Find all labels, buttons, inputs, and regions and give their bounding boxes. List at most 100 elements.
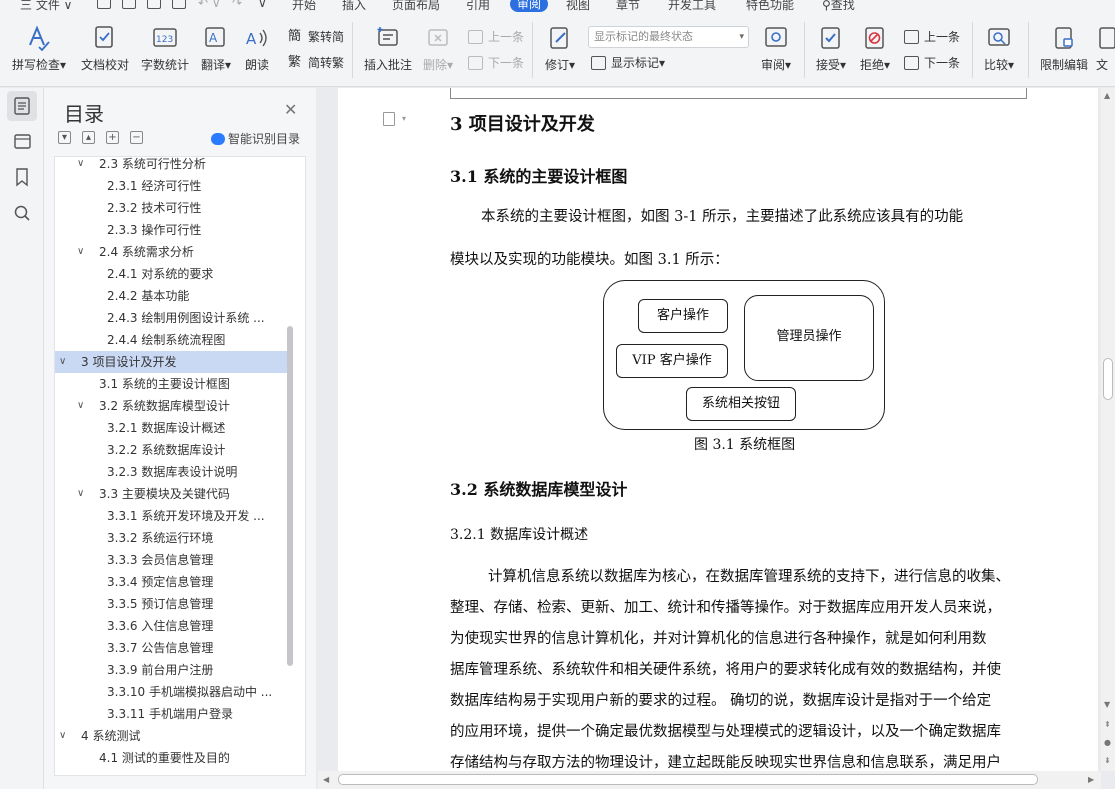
vertical-scrollbar[interactable]: ▲ ▼ ⇞ ● ⇟ xyxy=(1101,88,1115,771)
file-menu[interactable]: 三 文件 ∨ xyxy=(20,0,72,13)
accept-button[interactable]: 接受▾ xyxy=(810,14,852,87)
redo-icon[interactable]: ↷ xyxy=(232,0,242,10)
toc-item[interactable]: 2.3.1 经济可行性 xyxy=(55,175,287,197)
restrict-edit-button[interactable]: 限制编辑 xyxy=(1034,14,1094,87)
print-preview-icon[interactable] xyxy=(172,0,186,9)
tab-insert[interactable]: 插入 xyxy=(342,0,366,13)
more-icon[interactable]: ∨ xyxy=(258,0,267,10)
chevron-down-icon[interactable]: ∨ xyxy=(59,351,66,373)
save-icon[interactable] xyxy=(97,0,111,9)
toc-item[interactable]: 2.4.1 对系统的要求 xyxy=(55,263,287,285)
toc-item[interactable]: 3.3.6 入住信息管理 xyxy=(55,615,287,637)
document-page[interactable]: ▾ 3 项目设计及开发 3.1 系统的主要设计框图 本系统的主要设计框图，如图 … xyxy=(338,88,1098,771)
tab-home[interactable]: 开始 xyxy=(292,0,316,13)
toc-item[interactable]: 3.3.9 前台用户注册 xyxy=(55,659,287,681)
translate-icon: A xyxy=(205,27,225,47)
undo-icon[interactable]: ↶ ∨ xyxy=(198,0,221,10)
toc-item[interactable]: 2.4.3 绘制用例图设计系统 ... xyxy=(55,307,287,329)
revise-button[interactable]: 修订▾ xyxy=(538,14,582,87)
toc-item[interactable]: ∨ 2.3 系统可行性分析 xyxy=(55,157,287,175)
toc-item[interactable]: 3.3.3 会员信息管理 xyxy=(55,549,287,571)
next-comment-button[interactable]: 下一条 xyxy=(468,54,524,72)
tab-developer[interactable]: 开发工具 xyxy=(668,0,716,13)
word-count-button[interactable]: 123 字数统计 xyxy=(136,14,194,87)
toc-item[interactable]: 3.3.4 预定信息管理 xyxy=(55,571,287,593)
toc-panel-button[interactable] xyxy=(7,91,37,121)
trad-to-simp-button[interactable]: 簡 繁转简 xyxy=(288,28,344,46)
toc-item[interactable]: 3.3.11 手机端用户登录 xyxy=(55,703,287,725)
toc-item[interactable]: ∨ 2.4 系统需求分析 xyxy=(55,241,287,263)
scroll-right-icon[interactable]: ▶ xyxy=(1088,775,1094,784)
tab-special[interactable]: 特色功能 xyxy=(746,0,794,13)
toc-item[interactable]: 2.4.2 基本功能 xyxy=(55,285,287,307)
chevron-down-icon[interactable]: ∨ xyxy=(59,725,66,747)
toc-item[interactable]: 4.1 测试的重要性及目的 xyxy=(55,747,287,769)
search-button[interactable]: ⚲查找 xyxy=(822,0,855,13)
collapse-all-icon[interactable]: ▾ xyxy=(58,131,71,144)
toc-item[interactable]: 3.3.2 系统运行环境 xyxy=(55,527,287,549)
chevron-down-icon[interactable]: ∨ xyxy=(77,157,84,175)
toc-item[interactable]: 2.3.2 技术可行性 xyxy=(55,197,287,219)
delete-comment-button[interactable]: 删除▾ xyxy=(418,14,458,87)
remove-heading-icon[interactable]: − xyxy=(130,131,143,144)
toc-item[interactable]: 3.2.2 系统数据库设计 xyxy=(55,439,287,461)
insert-comment-button[interactable]: 插入批注 xyxy=(358,14,418,87)
tab-review[interactable]: 审阅 xyxy=(510,0,549,12)
doc-proof-button[interactable]: 文档校对 xyxy=(76,14,134,87)
reject-button[interactable]: 拒绝▾ xyxy=(854,14,896,87)
horizontal-scroll-thumb[interactable] xyxy=(338,774,1038,785)
smart-toc-button[interactable]: 智能识别目录 xyxy=(211,130,300,147)
toc-item[interactable]: 3.2.3 数据库表设计说明 xyxy=(55,461,287,483)
next-change-button[interactable]: 下一条 xyxy=(904,54,960,72)
chevron-down-icon[interactable]: ∨ xyxy=(77,395,84,417)
add-heading-icon[interactable]: + xyxy=(106,131,119,144)
toc-item[interactable]: 3.3.10 手机端模拟器启动中 ... xyxy=(55,681,287,703)
toc-item[interactable]: 3.3.5 预订信息管理 xyxy=(55,593,287,615)
read-aloud-button[interactable]: A 朗读 xyxy=(240,14,274,87)
toc-item[interactable]: ∨ 3.3 主要模块及关键代码 xyxy=(55,483,287,505)
doc-right-button[interactable]: 文 xyxy=(1096,14,1115,87)
horizontal-scrollbar[interactable]: ◀ ▶ xyxy=(318,771,1101,789)
toc-item[interactable]: ∨ 4 系统测试 xyxy=(55,725,287,747)
expand-all-icon[interactable]: ▴ xyxy=(82,131,95,144)
select-browse-icon[interactable]: ● xyxy=(1104,738,1111,747)
translate-button[interactable]: A 翻译▾ xyxy=(196,14,236,87)
close-icon[interactable]: ✕ xyxy=(284,100,297,119)
toc-item[interactable]: ∨ 3.2 系统数据库模型设计 xyxy=(55,395,287,417)
spellcheck-button[interactable]: 拼写检查▾ xyxy=(8,14,70,87)
prev-comment-button[interactable]: 上一条 xyxy=(468,28,524,46)
scroll-down-icon[interactable]: ▼ xyxy=(1104,700,1110,709)
compare-button[interactable]: 比较▾ xyxy=(978,14,1020,87)
prev-change-button[interactable]: 上一条 xyxy=(904,28,960,46)
prev-page-icon[interactable]: ⇞ xyxy=(1104,720,1111,729)
toc-item[interactable]: 2.4.4 绘制系统流程图 xyxy=(55,329,287,351)
toc-scrollbar[interactable] xyxy=(287,326,293,666)
toc-item[interactable]: 3.1 系统的主要设计框图 xyxy=(55,373,287,395)
find-button[interactable] xyxy=(7,198,37,228)
toc-item[interactable]: 3.3.1 系统开发环境及开发 ... xyxy=(55,505,287,527)
export-icon[interactable] xyxy=(122,0,136,9)
simp-to-trad-button[interactable]: 繁 简转繁 xyxy=(288,54,344,72)
chevron-down-icon[interactable]: ∨ xyxy=(77,241,84,263)
chevron-down-icon[interactable]: ∨ xyxy=(77,483,84,505)
toc-item[interactable]: 3.3.7 公告信息管理 xyxy=(55,637,287,659)
tab-view[interactable]: 视图 xyxy=(566,0,590,13)
toc-item[interactable]: 3.2.1 数据库设计概述 xyxy=(55,417,287,439)
vertical-scroll-thumb[interactable] xyxy=(1103,358,1113,400)
next-page-icon[interactable]: ⇟ xyxy=(1104,756,1111,765)
review-pane-button[interactable]: 审阅▾ xyxy=(756,14,796,87)
chevron-down-icon[interactable]: ▾ xyxy=(402,114,406,123)
toc-item[interactable]: 2.3.3 操作可行性 xyxy=(55,219,287,241)
tab-page-layout[interactable]: 页面布局 xyxy=(392,0,440,13)
tab-references[interactable]: 引用 xyxy=(466,0,490,13)
scroll-left-icon[interactable]: ◀ xyxy=(323,775,329,784)
outline-button[interactable] xyxy=(7,126,37,156)
tab-chapter[interactable]: 章节 xyxy=(616,0,640,13)
print-icon[interactable] xyxy=(147,0,161,9)
markup-state-select[interactable]: 显示标记的最终状态 ▾ xyxy=(588,26,749,48)
show-markup-button[interactable]: 显示标记▾ xyxy=(591,54,665,72)
document-icon[interactable] xyxy=(383,112,395,126)
scroll-up-icon[interactable]: ▲ xyxy=(1104,91,1110,100)
toc-item[interactable]: ∨ 3 项目设计及开发 xyxy=(55,351,287,373)
bookmark-button[interactable] xyxy=(7,162,37,192)
